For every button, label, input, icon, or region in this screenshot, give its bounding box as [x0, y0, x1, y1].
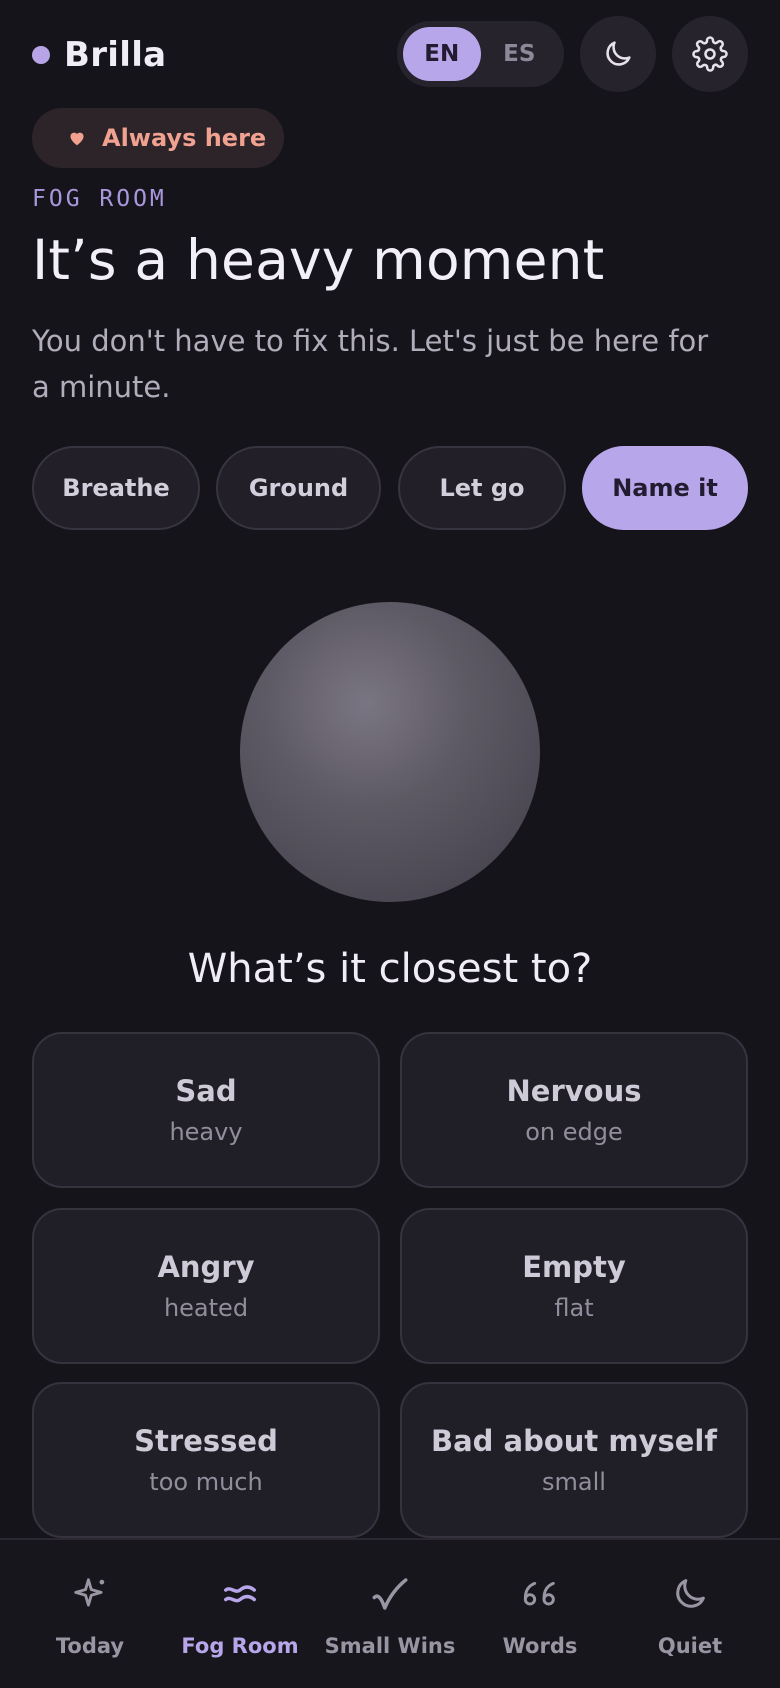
- language-option-en[interactable]: EN: [403, 27, 481, 81]
- tab-ground[interactable]: Ground: [216, 446, 381, 530]
- moon-icon: [606, 41, 631, 66]
- page-subtitle: You don't have to fix this. Let's just b…: [32, 324, 709, 404]
- waves-icon: [221, 1572, 259, 1616]
- nav-item-quiet[interactable]: Quiet: [615, 1540, 765, 1688]
- feeling-card-bad-about-myself[interactable]: Bad about myself small: [400, 1382, 748, 1538]
- feeling-card-angry[interactable]: Angry heated: [32, 1208, 380, 1364]
- nav-label: Small Wins: [324, 1634, 456, 1658]
- feeling-label: Angry: [157, 1250, 255, 1284]
- app-screen: Brilla EN ES Always here FOG ROOM It’s a…: [0, 0, 780, 1688]
- language-option-es[interactable]: ES: [481, 27, 559, 81]
- check-icon: [369, 1572, 411, 1616]
- feeling-label: Nervous: [506, 1074, 642, 1108]
- feeling-card-stressed[interactable]: Stressed too much: [32, 1382, 380, 1538]
- room-eyebrow: FOG ROOM: [32, 186, 167, 212]
- feeling-label: Stressed: [134, 1424, 278, 1458]
- feeling-card-nervous[interactable]: Nervous on edge: [400, 1032, 748, 1188]
- tab-breathe[interactable]: Breathe: [32, 446, 200, 530]
- quote-icon: [520, 1572, 560, 1616]
- feeling-sublabel: small: [542, 1468, 606, 1496]
- nav-item-fog-room[interactable]: Fog Room: [165, 1540, 315, 1688]
- feeling-sublabel: heavy: [169, 1118, 243, 1146]
- page-title: It’s a heavy moment: [32, 228, 605, 292]
- feeling-sublabel: too much: [149, 1468, 263, 1496]
- feeling-card-sad[interactable]: Sad heavy: [32, 1032, 380, 1188]
- brand-dot-icon: [32, 46, 50, 64]
- heart-icon: [68, 130, 86, 146]
- gear-icon: [692, 36, 728, 72]
- always-here-badge[interactable]: Always here: [32, 108, 284, 168]
- bottom-nav: Today Fog Room Small Wins Words Quiet: [0, 1538, 780, 1688]
- tab-let-go[interactable]: Let go: [398, 446, 566, 530]
- feeling-sublabel: heated: [163, 1294, 249, 1322]
- feeling-label: Sad: [175, 1074, 237, 1108]
- feeling-label: Bad about myself: [431, 1424, 717, 1458]
- tab-name-it[interactable]: Name it: [582, 446, 748, 530]
- theme-toggle-button[interactable]: [580, 16, 656, 92]
- nav-item-small-wins[interactable]: Small Wins: [315, 1540, 465, 1688]
- app-name: Brilla: [64, 35, 167, 75]
- settings-button[interactable]: [672, 16, 748, 92]
- nav-item-words[interactable]: Words: [465, 1540, 615, 1688]
- nav-item-today[interactable]: Today: [15, 1540, 165, 1688]
- nav-label: Words: [502, 1634, 578, 1658]
- moon-icon: [670, 1572, 710, 1616]
- nav-label: Today: [55, 1634, 125, 1658]
- top-bar: Brilla EN ES: [0, 0, 780, 108]
- feeling-sublabel: on edge: [525, 1118, 623, 1146]
- feeling-card-empty[interactable]: Empty flat: [400, 1208, 748, 1364]
- feeling-question: What’s it closest to?: [187, 946, 593, 992]
- sparkle-icon: [71, 1572, 109, 1616]
- brand[interactable]: Brilla: [32, 32, 166, 78]
- feeling-label: Empty: [522, 1250, 626, 1284]
- mood-orb: [240, 602, 540, 902]
- nav-label: Quiet: [657, 1634, 723, 1658]
- always-here-label: Always here: [102, 124, 267, 152]
- language-toggle: EN ES: [397, 21, 564, 87]
- feeling-sublabel: flat: [554, 1294, 594, 1322]
- nav-label: Fog Room: [181, 1634, 299, 1658]
